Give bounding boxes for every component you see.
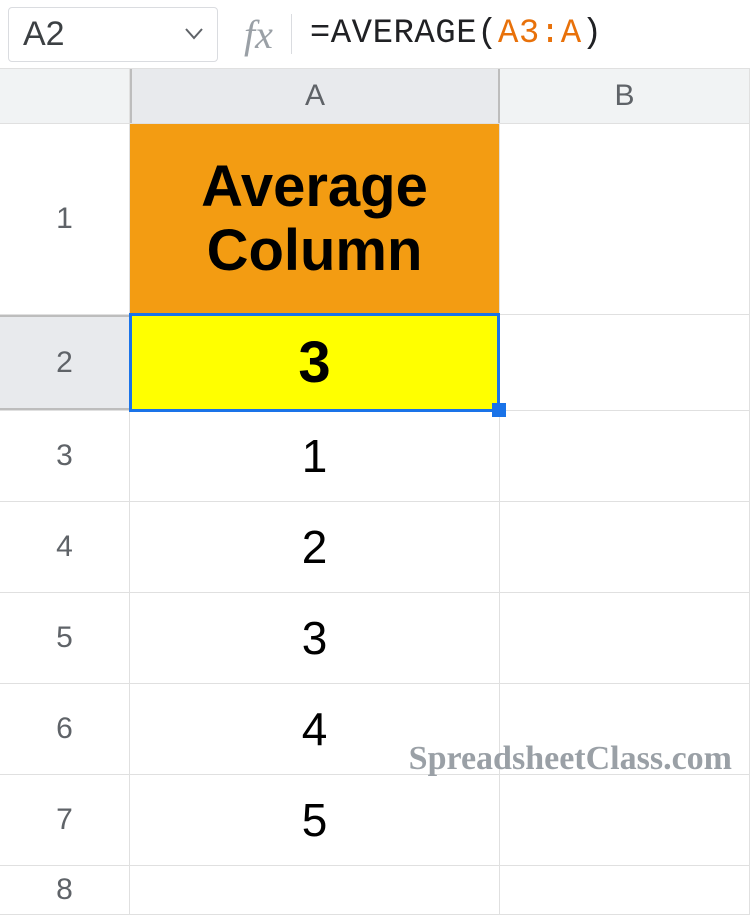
column-header-a[interactable]: A xyxy=(130,69,500,123)
cell-a1-value: AverageColumn xyxy=(201,155,428,283)
cell-a6-value: 4 xyxy=(302,702,328,756)
row-header-1[interactable]: 1 xyxy=(0,124,130,314)
cell-b4[interactable] xyxy=(500,502,750,592)
cell-a4-value: 2 xyxy=(302,520,328,574)
cell-a5[interactable]: 3 xyxy=(130,593,500,683)
cell-a3-value: 1 xyxy=(302,429,328,483)
formula-bar[interactable]: fx =AVERAGE(A3:A) xyxy=(226,7,603,62)
column-header-b[interactable]: B xyxy=(500,69,750,123)
fx-icon: fx xyxy=(244,11,273,58)
row-header-8[interactable]: 8 xyxy=(0,866,130,914)
cell-a4[interactable]: 2 xyxy=(130,502,500,592)
row-header-4[interactable]: 4 xyxy=(0,502,130,592)
spreadsheet-grid[interactable]: A B 1 AverageColumn 2 3 3 1 4 2 5 3 6 4 xyxy=(0,68,750,915)
cell-b8[interactable] xyxy=(500,866,750,914)
cell-a8[interactable] xyxy=(130,866,500,914)
cell-a2-value: 3 xyxy=(298,329,330,396)
cell-a7[interactable]: 5 xyxy=(130,775,500,865)
row-header-7[interactable]: 7 xyxy=(0,775,130,865)
select-all-corner[interactable] xyxy=(0,69,130,123)
column-header-row: A B xyxy=(0,68,750,124)
row-8: 8 xyxy=(0,866,750,915)
name-box-value: A2 xyxy=(23,15,65,54)
row-3: 3 1 xyxy=(0,411,750,502)
cell-b3[interactable] xyxy=(500,411,750,501)
cell-a3[interactable]: 1 xyxy=(130,411,500,501)
row-header-3[interactable]: 3 xyxy=(0,411,130,501)
cell-b5[interactable] xyxy=(500,593,750,683)
name-box-dropdown[interactable] xyxy=(175,8,203,61)
cell-b1[interactable] xyxy=(500,124,750,314)
cell-a2[interactable]: 3 xyxy=(130,315,500,410)
chevron-down-icon xyxy=(185,28,203,40)
cell-a6[interactable]: 4 xyxy=(130,684,500,774)
formula-function: =AVERAGE xyxy=(310,15,477,53)
cell-a7-value: 5 xyxy=(302,793,328,847)
row-header-2[interactable]: 2 xyxy=(0,315,130,410)
formula-bar-row: A2 fx =AVERAGE(A3:A) xyxy=(0,0,750,68)
row-header-5[interactable]: 5 xyxy=(0,593,130,683)
cell-b6[interactable] xyxy=(500,684,750,774)
formula-text[interactable]: =AVERAGE(A3:A) xyxy=(310,15,603,53)
row-5: 5 3 xyxy=(0,593,750,684)
formula-range: A3:A xyxy=(498,15,582,53)
cell-b7[interactable] xyxy=(500,775,750,865)
cell-a5-value: 3 xyxy=(302,611,328,665)
row-header-6[interactable]: 6 xyxy=(0,684,130,774)
divider xyxy=(291,14,292,54)
row-6: 6 4 xyxy=(0,684,750,775)
selection-handle[interactable] xyxy=(492,403,506,417)
cell-a1[interactable]: AverageColumn xyxy=(130,124,500,314)
row-1: 1 AverageColumn xyxy=(0,124,750,315)
row-4: 4 2 xyxy=(0,502,750,593)
row-2: 2 3 xyxy=(0,315,750,411)
row-7: 7 5 xyxy=(0,775,750,866)
cell-b2[interactable] xyxy=(500,315,750,410)
name-box[interactable]: A2 xyxy=(8,7,218,62)
